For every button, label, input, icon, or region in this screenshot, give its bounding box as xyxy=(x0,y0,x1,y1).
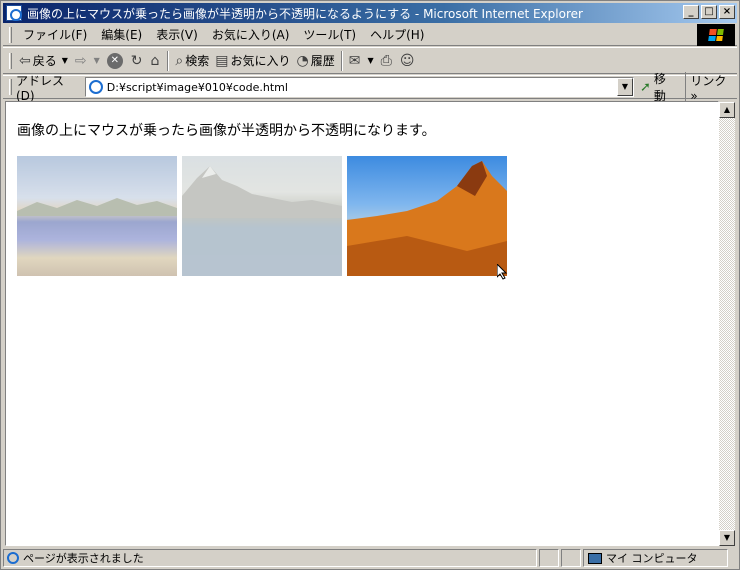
beach-image[interactable] xyxy=(17,156,177,276)
menu-view[interactable]: 表示(V) xyxy=(149,25,205,45)
back-arrow-icon: ⇦ xyxy=(19,52,31,69)
desert-peak-image[interactable] xyxy=(347,156,507,276)
toolbar-grip[interactable] xyxy=(9,79,12,95)
mountain-lake-image[interactable] xyxy=(182,156,342,276)
toolbar-grip[interactable] xyxy=(9,52,12,69)
mouse-cursor-icon xyxy=(497,264,508,280)
forward-arrow-icon: ⇨ xyxy=(74,52,87,69)
links-button[interactable]: リンク » xyxy=(685,71,737,103)
menu-edit[interactable]: 編集(E) xyxy=(94,25,149,45)
stop-icon: ✕ xyxy=(106,52,123,69)
address-value[interactable]: D:¥script¥image¥010¥code.html xyxy=(107,81,288,94)
window-controls: _ □ × xyxy=(681,5,735,19)
minimize-button[interactable]: _ xyxy=(683,5,699,19)
mail-dropdown-icon[interactable]: ▼ xyxy=(368,56,374,65)
back-label: 戻る xyxy=(32,54,57,68)
favorites-label: お気に入り xyxy=(230,54,291,68)
ie-window: 画像の上にマウスが乗ったら画像が半透明から不透明になるようにする - Micro… xyxy=(0,0,740,570)
refresh-button[interactable]: ↻ xyxy=(128,50,148,72)
print-button[interactable]: ⎙ xyxy=(378,50,397,72)
home-icon: ⌂ xyxy=(150,52,160,69)
vertical-scrollbar[interactable]: ▲ ▼ xyxy=(719,102,735,546)
stop-button[interactable]: ✕ xyxy=(104,50,128,72)
refresh-icon: ↻ xyxy=(130,52,143,69)
scroll-up-icon[interactable]: ▲ xyxy=(719,102,735,118)
address-bar: アドレス(D) D:¥script¥image¥010¥code.html ▼ … xyxy=(3,71,737,103)
mail-button[interactable]: ✉ xyxy=(346,50,366,72)
search-label: 検索 xyxy=(185,54,210,68)
search-button[interactable]: ⌕ 検索 xyxy=(172,50,212,72)
home-button[interactable]: ⌂ xyxy=(148,50,165,72)
status-message-panel: ページが表示されました xyxy=(3,549,537,567)
page-done-icon xyxy=(7,552,19,564)
history-icon: ◔ xyxy=(296,52,309,69)
search-icon: ⌕ xyxy=(175,52,184,69)
favorites-button[interactable]: ▤ お気に入り xyxy=(212,50,293,72)
toolbar-separator xyxy=(167,50,170,71)
security-zone: マイ コンピュータ xyxy=(606,552,698,565)
go-label: 移動 xyxy=(653,72,666,103)
history-label: 履歴 xyxy=(310,54,335,68)
menu-bar: ファイル(F) 編集(E) 表示(V) お気に入り(A) ツール(T) ヘルプ(… xyxy=(3,24,737,46)
go-button[interactable]: ➚ 移動 xyxy=(640,70,677,104)
messenger-button[interactable]: ☺ xyxy=(397,50,420,72)
toolbar-separator xyxy=(340,50,343,71)
window-title: 画像の上にマウスが乗ったら画像が半透明から不透明になるようにする - Micro… xyxy=(27,6,583,21)
scroll-down-icon[interactable]: ▼ xyxy=(719,530,735,546)
windows-logo-icon xyxy=(697,24,735,46)
close-button[interactable]: × xyxy=(719,5,735,19)
ie-logo-icon xyxy=(6,5,22,21)
back-button[interactable]: ⇦ 戻る xyxy=(16,50,60,72)
status-message: ページが表示されました xyxy=(23,552,144,565)
forward-button[interactable]: ⇨ xyxy=(72,50,92,72)
status-panel xyxy=(561,549,581,567)
page-icon xyxy=(88,80,103,94)
toolbar-grip[interactable] xyxy=(9,26,12,43)
page-content: 画像の上にマウスが乗ったら画像が半透明から不透明になります。 xyxy=(5,101,719,546)
computer-icon xyxy=(588,552,602,564)
print-icon: ⎙ xyxy=(380,52,392,69)
status-panel xyxy=(539,549,559,567)
forward-dropdown-icon[interactable]: ▼ xyxy=(94,56,100,65)
title-bar: 画像の上にマウスが乗ったら画像が半透明から不透明になるようにする - Micro… xyxy=(3,3,737,23)
address-label: アドレス(D) xyxy=(15,73,64,103)
menu-help[interactable]: ヘルプ(H) xyxy=(363,25,431,45)
standard-toolbar: ⇦ 戻る ▼ ⇨ ▼ ✕ ↻ ⌂ ⌕ 検索 ▤ お気に入り ◔ 履歴 ✉ ▼ ⎙… xyxy=(3,47,737,74)
security-zone-panel: マイ コンピュータ xyxy=(583,549,728,567)
maximize-button[interactable]: □ xyxy=(701,5,717,19)
beach-mountains xyxy=(17,198,177,216)
address-input[interactable]: D:¥script¥image¥010¥code.html ▼ xyxy=(84,77,634,97)
menu-favorites[interactable]: お気に入り(A) xyxy=(205,25,297,45)
lake-mountains xyxy=(182,166,342,218)
status-bar: ページが表示されました マイ コンピュータ xyxy=(3,548,737,568)
favorites-folder-icon: ▤ xyxy=(215,52,229,69)
links-label: リンク xyxy=(690,73,727,88)
go-arrow-icon: ➚ xyxy=(639,79,651,95)
history-button[interactable]: ◔ 履歴 xyxy=(294,50,338,72)
mail-icon: ✉ xyxy=(348,52,361,69)
menu-file[interactable]: ファイル(F) xyxy=(16,25,94,45)
desert-mountain xyxy=(347,161,507,276)
page-description: 画像の上にマウスが乗ったら画像が半透明から不透明になります。 xyxy=(17,123,436,139)
menu-tools[interactable]: ツール(T) xyxy=(296,25,363,45)
address-dropdown-icon[interactable]: ▼ xyxy=(616,78,633,96)
person-icon: ☺ xyxy=(399,52,415,69)
back-dropdown-icon[interactable]: ▼ xyxy=(62,56,68,65)
